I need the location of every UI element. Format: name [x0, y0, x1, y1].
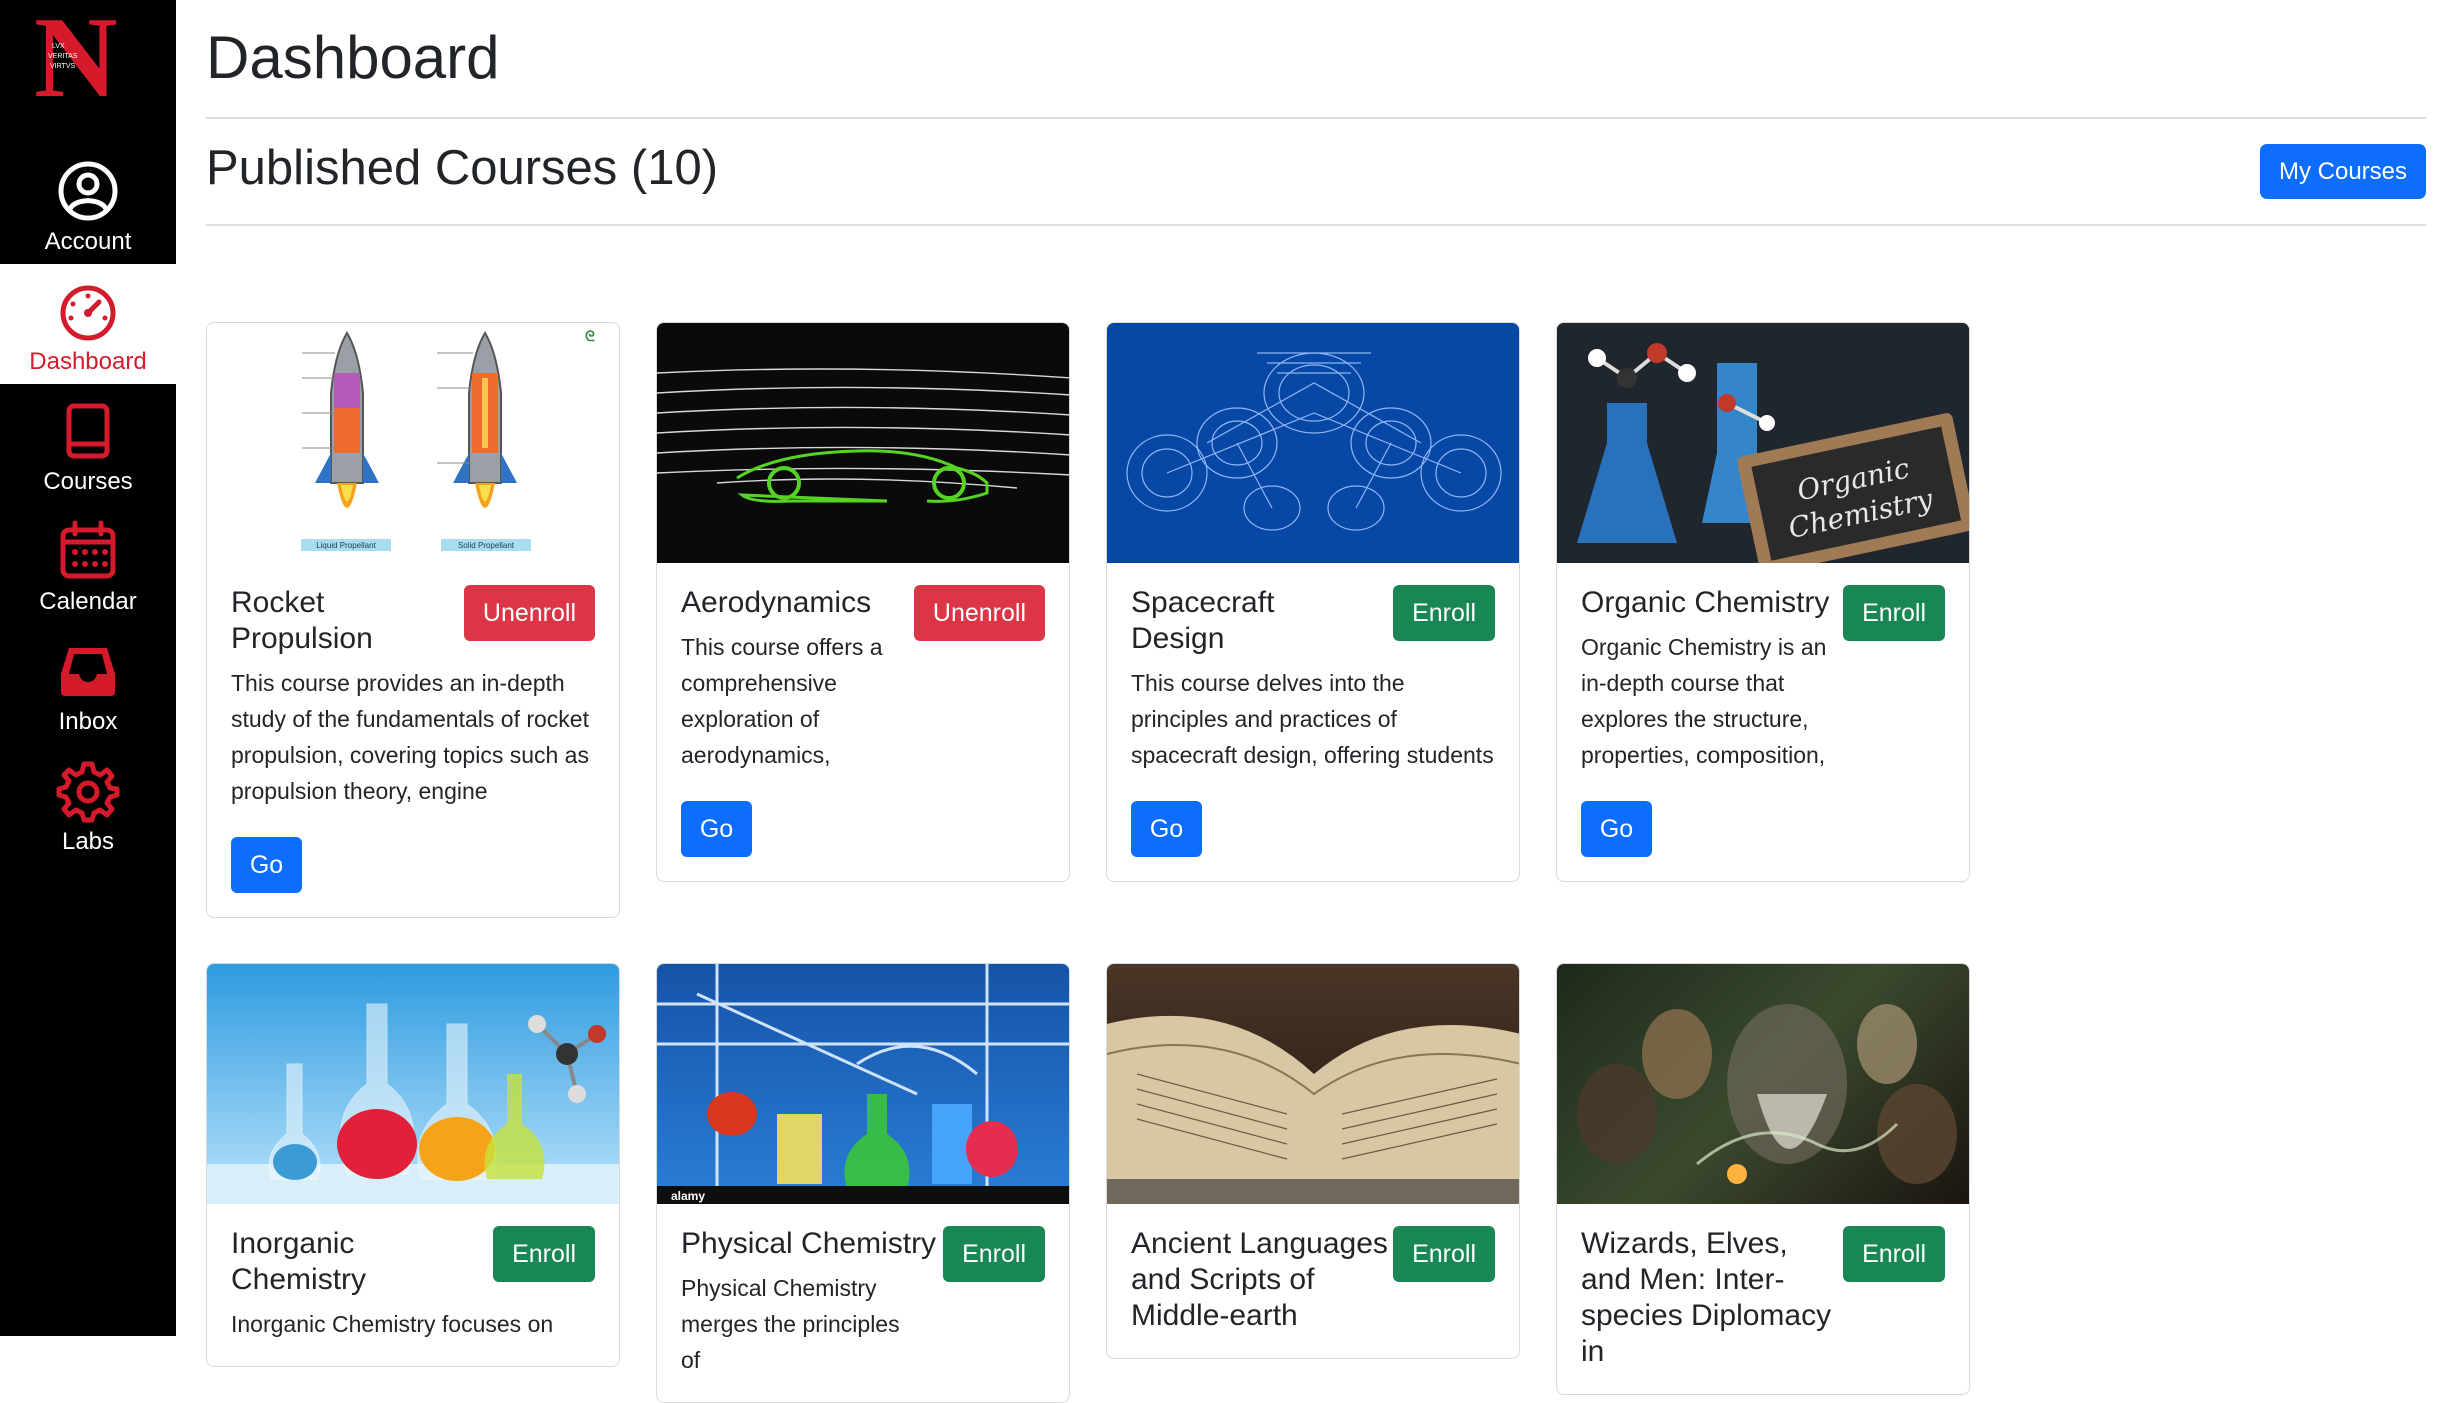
course-title: Spacecraft Design [1131, 586, 1275, 655]
course-title: Inorganic Chemistry [231, 1227, 367, 1296]
page-title: Dashboard [206, 24, 500, 91]
main-content: Dashboard Published Courses (10) My Cour… [206, 0, 2426, 1403]
course-description: This course provides an in-depth study o… [231, 670, 589, 804]
course-description: Physical Chemistry merges the principles… [681, 1275, 900, 1373]
sidebar-item-label: Courses [43, 468, 133, 495]
course-card-organic-chemistry: Organic Chemistry Organic Chemistry Enro… [1556, 322, 1970, 882]
course-card-aerodynamics: Aerodynamics Unenroll This course offers… [656, 322, 1070, 882]
svg-text:LVX: LVX [52, 43, 65, 50]
course-card-wizards-elves-men: Wizards, Elves, and Men: Inter-species D… [1556, 963, 1970, 1395]
enroll-button[interactable]: Enroll [943, 1226, 1045, 1282]
sidebar-item-dashboard[interactable]: Dashboard [0, 264, 176, 384]
go-button[interactable]: Go [681, 801, 752, 857]
svg-text:alamy: alamy [671, 1189, 705, 1203]
course-description: This course offers a comprehensive explo… [681, 634, 883, 768]
dashboard-icon [60, 285, 116, 341]
sidebar-item-calendar[interactable]: Calendar [0, 504, 176, 624]
course-image: Liquid Propellant Solid Propellant ᘓ [207, 323, 619, 563]
go-button[interactable]: Go [1581, 801, 1652, 857]
account-icon [58, 161, 118, 221]
my-courses-button[interactable]: My Courses [2260, 144, 2426, 199]
course-image: Organic Chemistry [1557, 323, 1969, 563]
book-icon [66, 403, 110, 459]
svg-text:Solid Propellant: Solid Propellant [458, 541, 515, 550]
section-title: Published Courses (10) [206, 141, 719, 195]
course-title: Physical Chemistry [681, 1227, 937, 1260]
course-title: Wizards, Elves, and Men: Inter-species D… [1581, 1227, 1832, 1368]
course-card-inorganic-chemistry: Inorganic Chemistry Enroll Inorganic Che… [206, 963, 620, 1367]
sidebar-item-label: Dashboard [29, 348, 147, 375]
divider [206, 224, 2426, 226]
university-logo[interactable]: N LVX VERITAS VIRTVS [20, 0, 156, 122]
course-card-rocket-propulsion: Liquid Propellant Solid Propellant ᘓ Roc… [206, 322, 620, 918]
sidebar-item-account[interactable]: Account [0, 144, 176, 264]
course-image [1107, 964, 1519, 1204]
sidebar-item-courses[interactable]: Courses [0, 384, 176, 504]
svg-text:VERITAS: VERITAS [48, 53, 78, 60]
calendar-icon [60, 520, 116, 579]
gear-icon [56, 761, 120, 823]
course-title: Aerodynamics [681, 586, 872, 619]
sidebar-item-label: Account [44, 228, 132, 255]
course-card-spacecraft-design: Spacecraft Design Enroll This course del… [1106, 322, 1520, 882]
enroll-button[interactable]: Enroll [1843, 585, 1945, 641]
course-title: Ancient Languages and Scripts of Middle-… [1131, 1227, 1388, 1332]
course-image [1557, 964, 1969, 1204]
svg-text:VIRTVS: VIRTVS [50, 63, 75, 70]
course-image [657, 323, 1069, 563]
sidebar-item-label: Inbox [58, 708, 118, 735]
enroll-button[interactable]: Enroll [493, 1226, 595, 1282]
enroll-button[interactable]: Enroll [1393, 1226, 1495, 1282]
divider [206, 117, 2426, 119]
course-image [1107, 323, 1519, 563]
sidebar-item-labs[interactable]: Labs [0, 744, 176, 864]
unenroll-button[interactable]: Unenroll [463, 585, 595, 641]
course-card-physical-chemistry: alamy Physical Chemistry Enroll Physical… [656, 963, 1070, 1403]
course-card-ancient-languages: Ancient Languages and Scripts of Middle-… [1106, 963, 1520, 1359]
enroll-button[interactable]: Enroll [1393, 585, 1495, 641]
course-image [207, 964, 619, 1204]
course-description: This course delves into the principles a… [1131, 670, 1494, 768]
unenroll-button[interactable]: Unenroll [913, 585, 1045, 641]
sidebar-item-label: Labs [61, 828, 115, 855]
course-description: Inorganic Chemistry focuses on [231, 1311, 554, 1337]
go-button[interactable]: Go [231, 837, 302, 893]
course-title: Organic Chemistry [1581, 586, 1830, 619]
course-description: Organic Chemistry is an in-depth course … [1581, 634, 1827, 768]
svg-text:Liquid Propellant: Liquid Propellant [316, 541, 376, 550]
inbox-icon [61, 648, 115, 696]
sidebar-item-label: Calendar [39, 588, 137, 615]
course-title: Rocket Propulsion [231, 586, 373, 655]
svg-text:ᘓ: ᘓ [585, 328, 595, 344]
course-image: alamy [657, 964, 1069, 1204]
sidebar-item-inbox[interactable]: Inbox [0, 624, 176, 744]
enroll-button[interactable]: Enroll [1843, 1226, 1945, 1282]
sidebar: N LVX VERITAS VIRTVS Account Dashboard C… [0, 0, 176, 1336]
go-button[interactable]: Go [1131, 801, 1202, 857]
